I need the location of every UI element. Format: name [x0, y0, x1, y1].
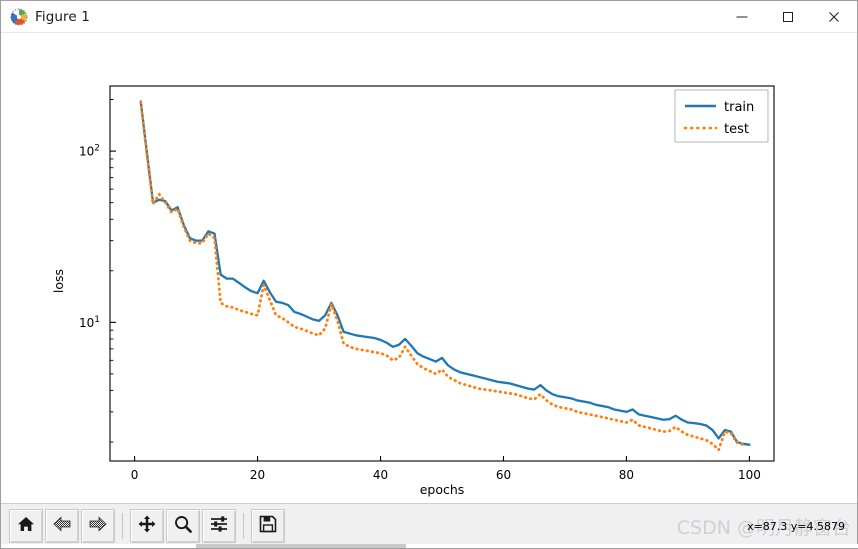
coordinate-readout: CSDN @明月静窗台 x=87.3 y=4.5879 — [677, 504, 857, 549]
title-bar: Figure 1 — [1, 1, 857, 33]
x-tick-label: 100 — [738, 468, 761, 482]
figure-window: Figure 1 101 102 0 20 40 60 80 100 epoch… — [0, 0, 858, 549]
home-icon — [16, 514, 36, 538]
x-tick-label: 0 — [131, 468, 139, 482]
back-button[interactable] — [45, 509, 79, 543]
zoom-button[interactable] — [166, 509, 200, 543]
x-tick-label: 60 — [496, 468, 511, 482]
loss-curve-chart[interactable]: 101102 0 20 40 60 80 100 epochs loss train te… — [1, 33, 857, 505]
right-arrow-icon — [88, 514, 108, 538]
x-axis-label: epochs — [420, 482, 465, 497]
pan-button[interactable] — [130, 509, 164, 543]
figure-canvas[interactable]: 101 102 0 20 40 60 80 100 epochs loss train te… — [1, 33, 857, 505]
navigation-toolbar: CSDN @明月静窗台 x=87.3 y=4.5879 — [1, 503, 857, 548]
window-title: Figure 1 — [35, 8, 90, 25]
maximize-button[interactable] — [765, 1, 811, 33]
scrollbar-thumb[interactable] — [196, 544, 406, 548]
close-button[interactable] — [811, 1, 857, 33]
toolbar-separator-2 — [243, 513, 244, 539]
x-tick-label: 40 — [373, 468, 388, 482]
x-tick-label: 20 — [250, 468, 265, 482]
legend-box — [674, 89, 769, 143]
y-axis-label: loss — [51, 269, 66, 293]
chart-legend: train test — [674, 89, 769, 143]
x-tick-label: 80 — [619, 468, 634, 482]
home-button[interactable] — [9, 509, 43, 543]
legend-label-test: test — [724, 122, 749, 137]
move-cross-icon — [137, 514, 157, 538]
minimize-button[interactable] — [719, 1, 765, 33]
sliders-icon — [209, 514, 229, 538]
floppy-disk-icon — [258, 514, 278, 538]
window-controls — [719, 1, 857, 33]
toolbar-separator — [122, 513, 123, 539]
save-button[interactable] — [251, 509, 285, 543]
horizontal-scrollbar[interactable] — [1, 544, 858, 548]
magnifier-icon — [173, 514, 193, 538]
legend-label-train: train — [724, 100, 754, 115]
left-arrow-icon — [52, 514, 72, 538]
configure-subplots-button[interactable] — [202, 509, 236, 543]
coordinate-text: x=87.3 y=4.5879 — [747, 519, 845, 533]
matplotlib-icon — [10, 8, 28, 26]
forward-button[interactable] — [81, 509, 115, 543]
